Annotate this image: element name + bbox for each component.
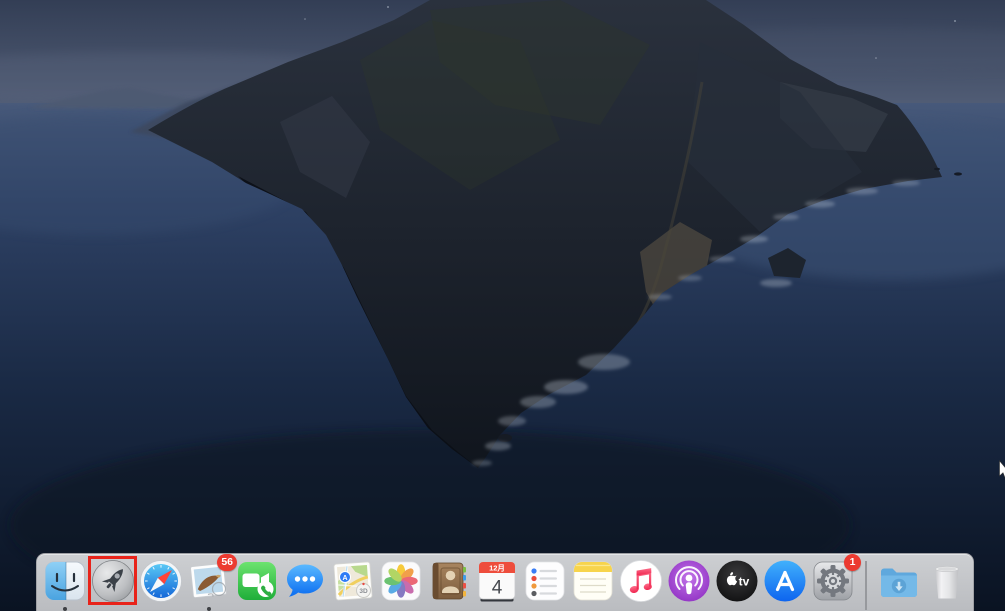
reminders-icon bbox=[522, 558, 568, 604]
dock-item-mail[interactable]: 56 bbox=[186, 558, 232, 604]
tv-label: tv bbox=[739, 575, 750, 589]
downloads-folder-icon bbox=[876, 558, 922, 604]
dock-item-trash[interactable] bbox=[924, 558, 970, 604]
podcasts-icon bbox=[666, 558, 712, 604]
launchpad-highlight-box bbox=[88, 556, 137, 605]
dock-item-maps[interactable]: A 3D bbox=[330, 558, 376, 604]
calendar-day-label: 4 bbox=[492, 578, 503, 599]
dock-item-app-store[interactable] bbox=[762, 558, 808, 604]
dock-item-podcasts[interactable] bbox=[666, 558, 712, 604]
dock-item-reminders[interactable] bbox=[522, 558, 568, 604]
facetime-icon bbox=[234, 558, 280, 604]
dock-item-finder[interactable] bbox=[42, 558, 88, 604]
dock-item-photos[interactable] bbox=[378, 558, 424, 604]
notification-badge: 1 bbox=[844, 554, 861, 571]
mouse-cursor bbox=[999, 460, 1005, 480]
running-indicator bbox=[63, 607, 67, 611]
dock-item-calendar[interactable]: 12月 4 bbox=[474, 558, 520, 604]
dock-item-safari[interactable] bbox=[138, 558, 184, 604]
dock-item-launchpad[interactable] bbox=[90, 558, 136, 604]
notes-icon bbox=[570, 558, 616, 604]
music-icon bbox=[618, 558, 664, 604]
dock-item-contacts[interactable] bbox=[426, 558, 472, 604]
wallpaper-image bbox=[0, 0, 1005, 611]
dock-item-notes[interactable] bbox=[570, 558, 616, 604]
dock-separator bbox=[865, 561, 867, 610]
dock: 56 bbox=[36, 553, 974, 611]
finder-icon bbox=[42, 558, 88, 604]
trash-icon bbox=[924, 558, 970, 604]
dock-item-messages[interactable] bbox=[282, 558, 328, 604]
safari-icon bbox=[138, 558, 184, 604]
messages-icon bbox=[282, 558, 328, 604]
dock-item-system-preferences[interactable]: 1 bbox=[810, 558, 856, 604]
photos-icon bbox=[378, 558, 424, 604]
maps-icon: A 3D bbox=[330, 558, 376, 604]
calendar-month-label: 12月 bbox=[489, 564, 505, 573]
contacts-icon bbox=[426, 558, 472, 604]
notification-badge: 56 bbox=[217, 554, 237, 571]
calendar-icon: 12月 4 bbox=[474, 558, 520, 604]
dock-item-music[interactable] bbox=[618, 558, 664, 604]
dock-item-facetime[interactable] bbox=[234, 558, 280, 604]
running-indicator bbox=[207, 607, 211, 611]
desktop: 56 bbox=[0, 0, 1005, 611]
maps-marker-label: A bbox=[342, 575, 347, 582]
tv-icon: tv bbox=[714, 558, 760, 604]
maps-compass-label: 3D bbox=[359, 588, 368, 595]
dock-item-tv[interactable]: tv bbox=[714, 558, 760, 604]
dock-item-downloads[interactable] bbox=[876, 558, 922, 604]
app-store-icon bbox=[762, 558, 808, 604]
